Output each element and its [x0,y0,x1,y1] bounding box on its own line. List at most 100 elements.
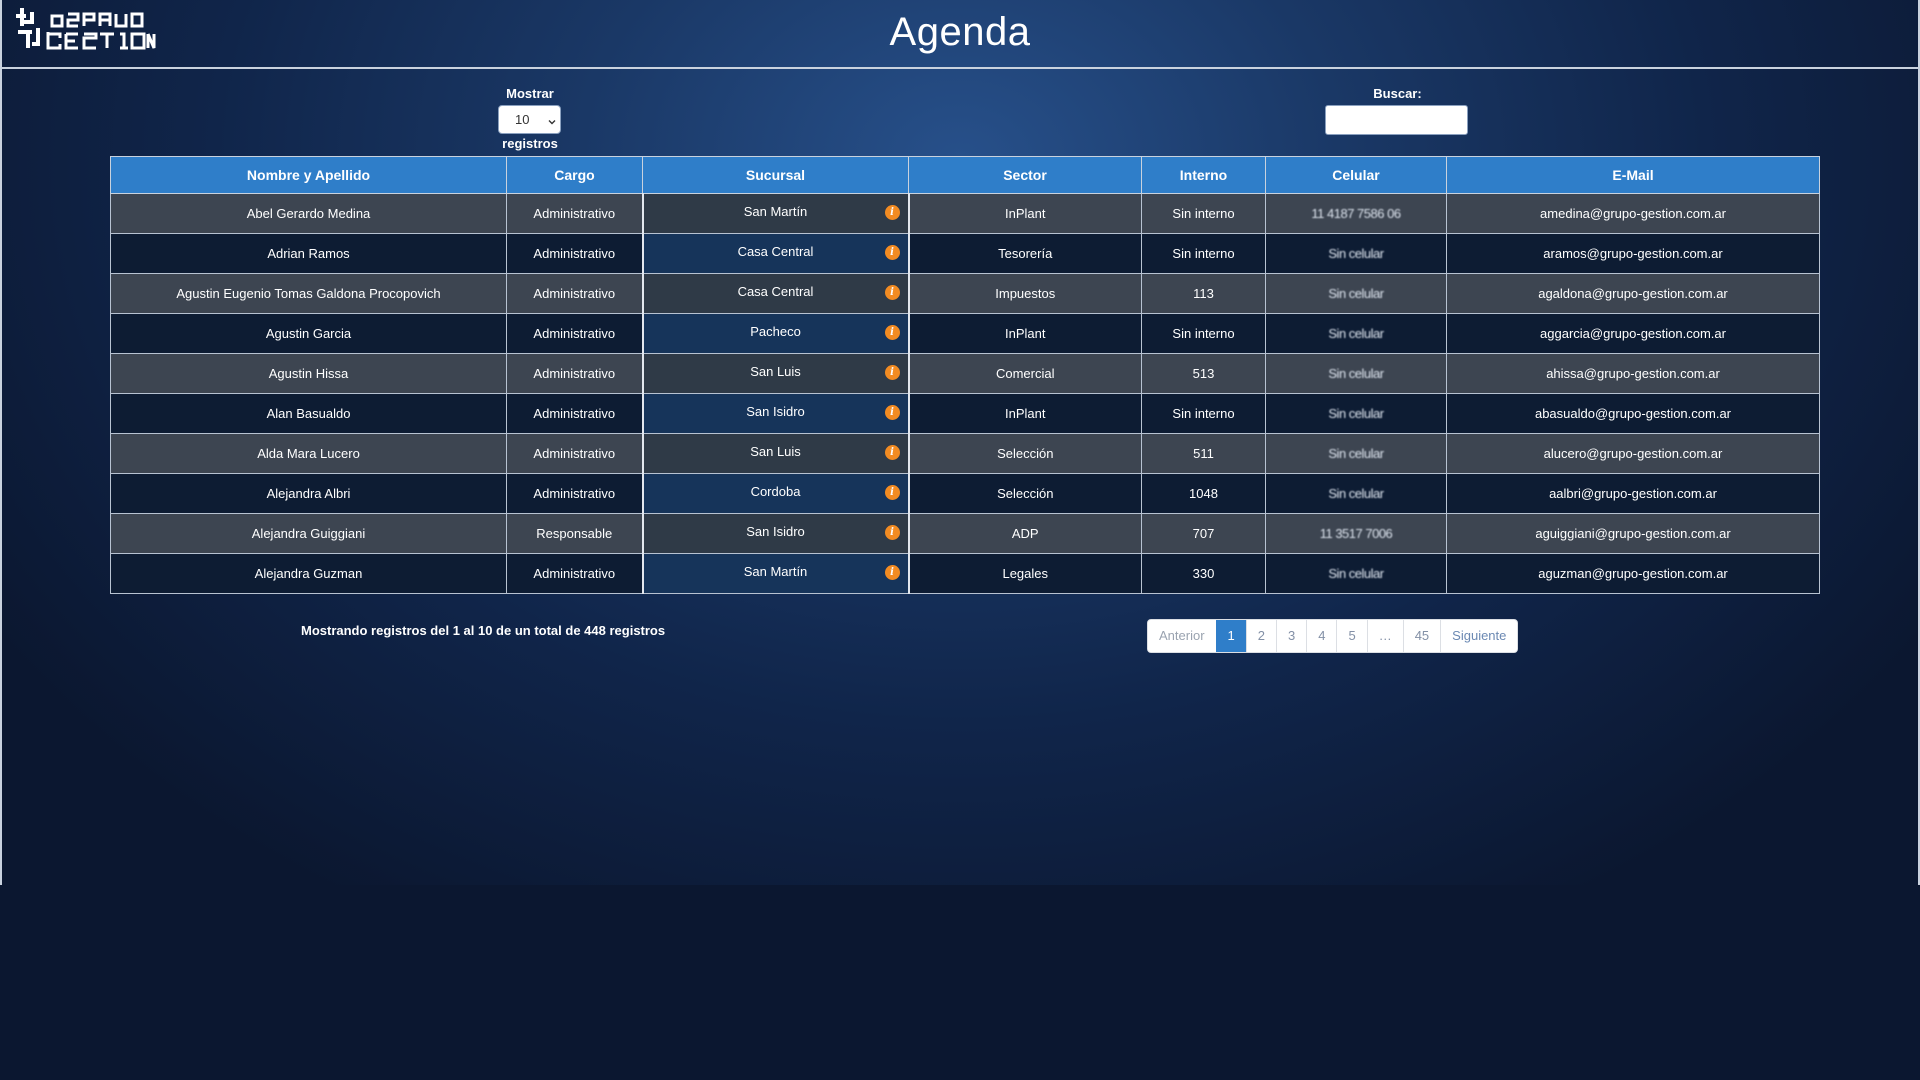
cell-extension: 707 [1141,513,1266,554]
info-icon[interactable]: i [884,565,900,580]
pagination-previous-button[interactable]: Anterior [1148,620,1216,652]
cell-cellphone: Sin celular [1265,553,1447,594]
cell-sector: ADP [908,513,1142,554]
column-header-role[interactable]: Cargo [506,156,643,194]
column-header-branch[interactable]: Sucursal [642,156,909,194]
cellphone-value: Sin celular [1328,326,1384,341]
branch-name: San Luis [750,444,801,459]
cell-sector: Comercial [908,353,1142,394]
cell-role: Administrativo [506,473,643,514]
column-header-name[interactable]: Nombre y Apellido [110,156,507,194]
cell-email[interactable]: aguzman@grupo-gestion.com.ar [1446,553,1820,594]
table-info-text: Mostrando registros del 1 al 10 de un to… [301,623,666,638]
cell-role: Administrativo [506,193,643,234]
pagination-page-button[interactable]: 4 [1306,620,1337,652]
cell-cellphone: Sin celular [1265,393,1447,434]
table-row: Abel Gerardo Medina Administrativo San M… [110,193,1820,234]
cell-role: Administrativo [506,353,643,394]
cell-branch: Cordoba i [641,473,910,514]
table-row: Agustin Hissa Administrativo San Luis i C… [110,353,1820,394]
cell-email[interactable]: abasualdo@grupo-gestion.com.ar [1446,393,1820,434]
cell-email[interactable]: aramos@grupo-gestion.com.ar [1446,233,1820,274]
table-row: Alejandra Guiggiani Responsable San Isid… [110,513,1820,554]
table-row: Agustin Garcia Administrativo Pacheco i I… [110,313,1820,354]
table-header-row: Nombre y Apellido Cargo Sucursal Sector … [110,156,1820,194]
cell-branch: San Isidro i [641,393,910,434]
cell-sector: Selección [908,473,1142,514]
cell-role: Administrativo [506,433,643,474]
cell-name: Alejandra Guzman [110,553,507,594]
cell-cellphone: Sin celular [1265,433,1447,474]
cell-cellphone: Sin celular [1265,473,1447,514]
info-icon[interactable]: i [884,365,900,380]
cellphone-value: 11 4187 7586 06 [1311,206,1401,221]
cell-extension: 330 [1141,553,1266,594]
cell-name: Alda Mara Lucero [110,433,507,474]
page-title: Agenda [889,10,1031,54]
info-icon[interactable]: i [884,205,900,220]
pagination-page-button[interactable]: 3 [1276,620,1307,652]
cell-name: Alejandra Guiggiani [110,513,507,554]
cell-email[interactable]: amedina@grupo-gestion.com.ar [1446,193,1820,234]
cell-extension: 511 [1141,433,1266,474]
cell-email[interactable]: aalbri@grupo-gestion.com.ar [1446,473,1820,514]
cell-branch: Casa Central i [641,233,910,274]
cellphone-value: Sin celular [1328,566,1384,581]
table-row: Alan Basualdo Administrativo San Isidro i… [110,393,1820,434]
cellphone-value: Sin celular [1328,366,1384,381]
page-size-select[interactable]: 10 [498,105,561,134]
cell-email[interactable]: alucero@grupo-gestion.com.ar [1446,433,1820,474]
cell-sector: Impuestos [908,273,1142,314]
column-header-sector[interactable]: Sector [908,156,1142,194]
info-icon[interactable]: i [884,485,900,500]
cell-email[interactable]: aguiggiani@grupo-gestion.com.ar [1446,513,1820,554]
agenda-table: Nombre y Apellido Cargo Sucursal Sector … [110,156,1820,594]
cell-sector: InPlant [908,313,1142,354]
cell-branch: San Luis i [641,433,910,474]
app-frame: Agenda Mostrar 10 registros Buscar: Nomb… [0,0,1920,885]
info-icon[interactable]: i [884,245,900,260]
cellphone-value: Sin celular [1328,246,1384,261]
info-icon[interactable]: i [884,405,900,420]
pagination-page-button[interactable]: 45 [1402,620,1441,652]
cell-email[interactable]: ahissa@grupo-gestion.com.ar [1446,353,1820,394]
cell-email[interactable]: aggarcia@grupo-gestion.com.ar [1446,313,1820,354]
search-input[interactable] [1325,105,1468,135]
column-header-cellphone[interactable]: Celular [1265,156,1447,194]
pagination: Anterior 1 2 3 4 5 … 45 Siguiente [1147,619,1519,653]
records-label: registros [502,136,558,151]
cellphone-value: 11 3517 7006 [1319,526,1393,541]
pagination-page-button[interactable]: 2 [1245,620,1276,652]
cell-role: Responsable [506,513,643,554]
table-row: Alejandra Guzman Administrativo San Mart… [110,553,1820,594]
cell-cellphone: Sin celular [1265,233,1447,274]
pagination-page-button[interactable]: 5 [1336,620,1367,652]
header-bar: Agenda [2,0,1918,69]
table-row: Agustin Eugenio Tomas Galdona Procopovic… [110,273,1820,314]
cellphone-value: Sin celular [1328,286,1384,301]
cellphone-value: Sin celular [1328,486,1384,501]
cell-extension: Sin interno [1141,313,1266,354]
cell-cellphone: Sin celular [1265,353,1447,394]
pagination-page-button[interactable]: 1 [1215,620,1246,652]
column-header-extension[interactable]: Interno [1141,156,1266,194]
info-icon[interactable]: i [884,445,900,460]
cell-name: Alejandra Albri [110,473,507,514]
branch-name: San Martín [743,564,808,579]
chevron-down-icon [548,114,556,125]
cell-extension: Sin interno [1141,393,1266,434]
info-icon[interactable]: i [884,285,900,300]
cell-email[interactable]: agaldona@grupo-gestion.com.ar [1446,273,1820,314]
cell-sector: InPlant [908,393,1142,434]
cell-name: Agustin Hissa [110,353,507,394]
column-header-email[interactable]: E-Mail [1446,156,1820,194]
cell-name: Agustin Eugenio Tomas Galdona Procopovic… [110,273,507,314]
cell-role: Administrativo [506,313,643,354]
branch-name: Cordoba [750,484,801,499]
branch-name: Casa Central [737,244,814,259]
info-icon[interactable]: i [884,525,900,540]
branch-name: San Isidro [746,404,805,419]
table-row: Alda Mara Lucero Administrativo San Luis… [110,433,1820,474]
info-icon[interactable]: i [884,325,900,340]
pagination-next-button[interactable]: Siguiente [1440,620,1518,652]
